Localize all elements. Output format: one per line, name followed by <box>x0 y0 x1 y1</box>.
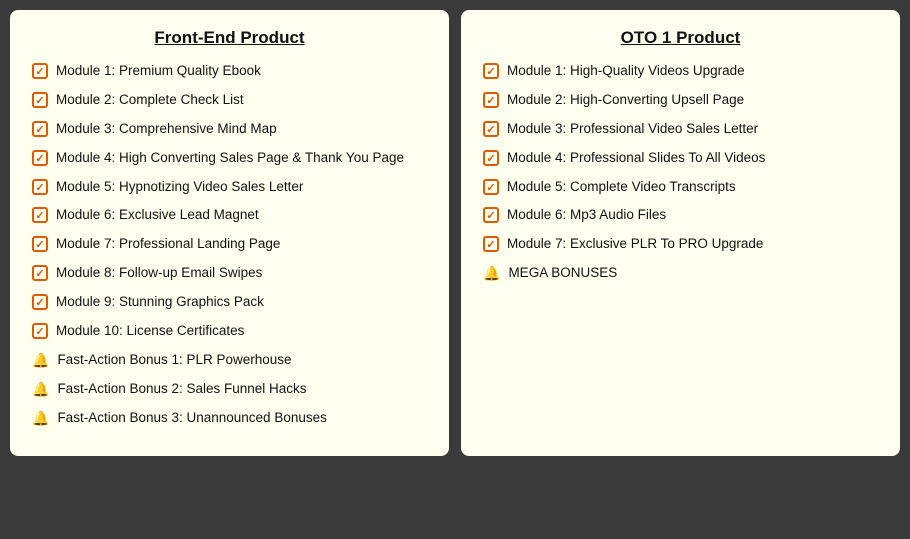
check-icon: ✓ <box>32 236 48 252</box>
item-text: Module 5: Hypnotizing Video Sales Letter <box>56 178 303 197</box>
item-text: Module 2: Complete Check List <box>56 91 244 110</box>
left-column-title: Front-End Product <box>32 28 427 48</box>
item-text: Module 2: High-Converting Upsell Page <box>507 91 744 110</box>
list-item: ✓ Module 7: Exclusive PLR To PRO Upgrade <box>483 235 878 254</box>
check-icon: ✓ <box>32 265 48 281</box>
check-icon: ✓ <box>32 179 48 195</box>
list-item: ✓ Module 1: Premium Quality Ebook <box>32 62 427 81</box>
list-item: ✓ Module 5: Hypnotizing Video Sales Lette… <box>32 178 427 197</box>
list-item: ✓ Module 8: Follow-up Email Swipes <box>32 264 427 283</box>
bell-icon: 🔔 <box>32 352 49 369</box>
item-text: Module 1: Premium Quality Ebook <box>56 62 261 81</box>
check-icon: ✓ <box>483 179 499 195</box>
item-text: Module 6: Exclusive Lead Magnet <box>56 206 259 225</box>
check-icon: ✓ <box>32 207 48 223</box>
list-item: 🔔 Fast-Action Bonus 3: Unannounced Bonuse… <box>32 409 427 428</box>
check-icon: ✓ <box>483 236 499 252</box>
list-item: ✓ Module 4: High Converting Sales Page & … <box>32 149 427 168</box>
right-column: OTO 1 Product ✓ Module 1: High-Quality Vi… <box>461 10 900 456</box>
list-item: ✓ Module 3: Comprehensive Mind Map <box>32 120 427 139</box>
item-text: Fast-Action Bonus 2: Sales Funnel Hacks <box>57 380 306 399</box>
item-text: Module 10: License Certificates <box>56 322 244 341</box>
check-icon: ✓ <box>32 323 48 339</box>
item-text: Module 4: High Converting Sales Page & T… <box>56 149 404 168</box>
check-icon: ✓ <box>32 294 48 310</box>
check-icon: ✓ <box>32 63 48 79</box>
bell-icon: 🔔 <box>32 410 49 427</box>
list-item: ✓ Module 2: Complete Check List <box>32 91 427 110</box>
list-item: ✓ Module 1: High-Quality Videos Upgrade <box>483 62 878 81</box>
item-text: Module 5: Complete Video Transcripts <box>507 178 736 197</box>
item-text: Fast-Action Bonus 3: Unannounced Bonuses <box>57 409 326 428</box>
check-icon: ✓ <box>483 63 499 79</box>
item-text: Module 7: Professional Landing Page <box>56 235 280 254</box>
check-icon: ✓ <box>483 92 499 108</box>
columns-wrapper: Front-End Product ✓ Module 1: Premium Qua… <box>10 10 900 456</box>
right-column-title: OTO 1 Product <box>483 28 878 48</box>
list-item: ✓ Module 10: License Certificates <box>32 322 427 341</box>
list-item: 🔔 Fast-Action Bonus 2: Sales Funnel Hacks <box>32 380 427 399</box>
check-icon: ✓ <box>483 150 499 166</box>
bell-icon: 🔔 <box>483 265 500 282</box>
check-icon: ✓ <box>483 121 499 137</box>
list-item: ✓ Module 5: Complete Video Transcripts <box>483 178 878 197</box>
check-icon: ✓ <box>32 150 48 166</box>
list-item: ✓ Module 4: Professional Slides To All Vi… <box>483 149 878 168</box>
list-item: 🔔 Fast-Action Bonus 1: PLR Powerhouse <box>32 351 427 370</box>
item-text: Module 1: High-Quality Videos Upgrade <box>507 62 745 81</box>
item-text: MEGA BONUSES <box>508 264 617 283</box>
list-item: ✓ Module 2: High-Converting Upsell Page <box>483 91 878 110</box>
check-icon: ✓ <box>32 92 48 108</box>
left-module-list: ✓ Module 1: Premium Quality Ebook ✓ Module … <box>32 62 427 428</box>
list-item: ✓ Module 3: Professional Video Sales Lett… <box>483 120 878 139</box>
item-text: Module 3: Comprehensive Mind Map <box>56 120 277 139</box>
item-text: Module 4: Professional Slides To All Vid… <box>507 149 765 168</box>
check-icon: ✓ <box>483 207 499 223</box>
list-item: ✓ Module 9: Stunning Graphics Pack <box>32 293 427 312</box>
list-item: ✓ Module 7: Professional Landing Page <box>32 235 427 254</box>
item-text: Module 7: Exclusive PLR To PRO Upgrade <box>507 235 763 254</box>
item-text: Fast-Action Bonus 1: PLR Powerhouse <box>57 351 291 370</box>
item-text: Module 3: Professional Video Sales Lette… <box>507 120 758 139</box>
item-text: Module 6: Mp3 Audio Files <box>507 206 666 225</box>
item-text: Module 9: Stunning Graphics Pack <box>56 293 264 312</box>
item-text: Module 8: Follow-up Email Swipes <box>56 264 262 283</box>
left-column: Front-End Product ✓ Module 1: Premium Qua… <box>10 10 449 456</box>
list-item: ✓ Module 6: Mp3 Audio Files <box>483 206 878 225</box>
check-icon: ✓ <box>32 121 48 137</box>
right-module-list: ✓ Module 1: High-Quality Videos Upgrade ✓ M… <box>483 62 878 283</box>
bell-icon: 🔔 <box>32 381 49 398</box>
list-item: ✓ Module 6: Exclusive Lead Magnet <box>32 206 427 225</box>
list-item: 🔔 MEGA BONUSES <box>483 264 878 283</box>
